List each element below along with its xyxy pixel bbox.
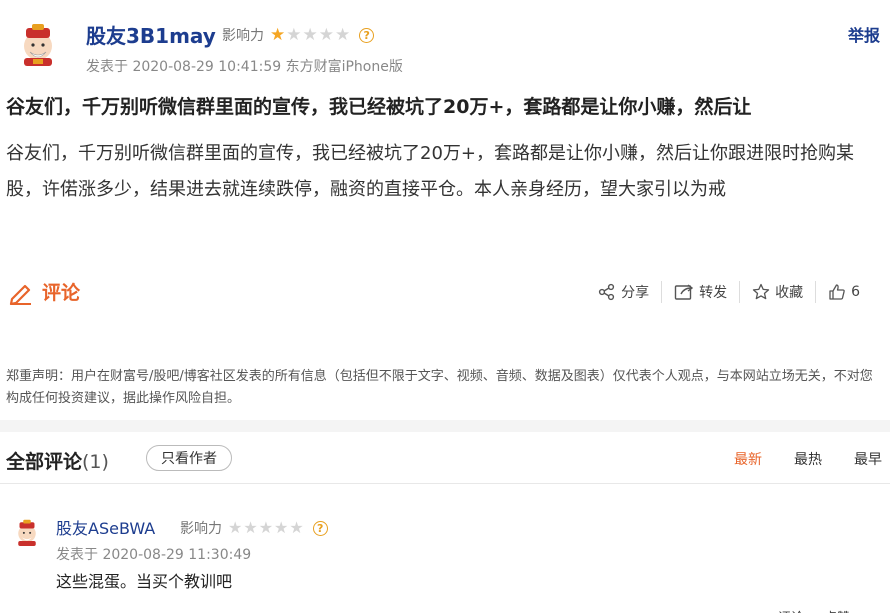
share-button[interactable]: 分享 — [586, 280, 661, 304]
collect-label: 收藏 — [775, 285, 804, 301]
comments-header: 全部评论(1) 只看作者 最新 最热 最早 — [0, 432, 890, 484]
star-empty-icon: ★ — [289, 518, 304, 537]
influence-label: 影响力 — [222, 28, 264, 44]
comment-like-button[interactable]: 点赞 — [814, 604, 860, 613]
comments-count: (1) — [82, 451, 109, 473]
share-icon — [598, 283, 615, 301]
like-label: 点赞 — [824, 607, 850, 613]
forward-icon — [674, 284, 694, 300]
comment-meta: 发表于 2020-08-29 11:30:49 — [56, 547, 252, 563]
post-actions: 分享 转发 收藏 6 — [586, 280, 872, 304]
pencil-icon — [9, 284, 31, 305]
comment-body: 这些混蛋。当买个教训吧 — [56, 572, 233, 591]
post-meta: 发表于 2020-08-29 10:41:59 东方财富iPhone版 — [86, 59, 403, 75]
star-outline-icon — [752, 283, 770, 300]
commenter-avatar[interactable] — [12, 516, 42, 546]
sort-tab-hottest[interactable]: 最热 — [794, 449, 822, 469]
author-name[interactable]: 股友3B1may — [86, 20, 216, 49]
star-empty-icon: ★ — [318, 24, 334, 45]
star-empty-icon: ★ — [335, 24, 351, 45]
influence-stars: ★ ★ ★ ★ ★ — [228, 520, 305, 536]
comments-title-text: 全部评论 — [6, 451, 83, 473]
comment-reply-button[interactable]: 评论 — [768, 604, 814, 613]
like-button[interactable]: 6 — [816, 280, 872, 304]
star-empty-icon: ★ — [243, 518, 258, 537]
star-empty-icon: ★ — [228, 518, 243, 537]
star-empty-icon: ★ — [258, 518, 274, 537]
thumbs-up-icon — [829, 284, 845, 300]
star-empty-icon: ★ — [286, 24, 302, 45]
sort-tab-latest[interactable]: 最新 — [734, 449, 762, 469]
author-only-button[interactable]: 只看作者 — [146, 445, 232, 471]
post-title: 谷友们，千万别听微信群里面的宣传，我已经被坑了20万+，套路都是让你小赚，然后让 — [6, 96, 752, 118]
influence-label: 影响力 — [180, 521, 222, 537]
section-divider — [0, 420, 890, 432]
post-header: 股友3B1may 影响力 ★ ★ ★ ★ ★ ? 举报 发表于 2020-08-29 1… — [0, 0, 890, 80]
comment-actions: 评论 点赞 — [768, 604, 860, 613]
commenter-influence: 影响力 ★ ★ ★ ★ ★ ? — [180, 518, 328, 538]
star-filled-icon: ★ — [270, 24, 286, 45]
forward-label: 转发 — [699, 285, 728, 301]
sort-tab-earliest[interactable]: 最早 — [854, 449, 882, 469]
help-icon[interactable]: ? — [359, 27, 375, 43]
comments-title: 全部评论(1) — [6, 447, 109, 474]
share-label: 分享 — [621, 285, 650, 301]
disclaimer: 郑重声明：用户在财富号/股吧/博客社区发表的所有信息（包括但不限于文字、视频、音… — [6, 369, 873, 406]
reply-label: 评论 — [778, 607, 804, 613]
help-icon[interactable]: ? — [312, 520, 328, 536]
comment-button-label: 评论 — [42, 282, 81, 304]
forward-button[interactable]: 转发 — [662, 280, 739, 304]
sort-tabs: 最新 最热 最早 — [702, 449, 882, 469]
like-count: 6 — [851, 284, 860, 300]
collect-button[interactable]: 收藏 — [740, 280, 815, 304]
author-influence: 影响力 ★ ★ ★ ★ ★ ? — [222, 24, 375, 45]
author-avatar[interactable] — [14, 18, 62, 66]
star-empty-icon: ★ — [302, 24, 318, 45]
influence-stars: ★ ★ ★ ★ ★ — [270, 24, 351, 45]
report-button[interactable]: 举报 — [848, 22, 880, 46]
comment-button[interactable]: 评论 — [8, 278, 80, 305]
post-body: 谷友们，千万别听微信群里面的宣传，我已经被坑了20万+，套路都是让你小赚，然后让… — [6, 143, 854, 200]
comment-item: 股友ASeBWA 影响力 ★ ★ ★ ★ ★ ? 发表于 2020-08-29 11:3… — [0, 500, 890, 613]
commenter-name[interactable]: 股友ASeBWA — [56, 515, 155, 539]
star-empty-icon: ★ — [274, 518, 289, 537]
